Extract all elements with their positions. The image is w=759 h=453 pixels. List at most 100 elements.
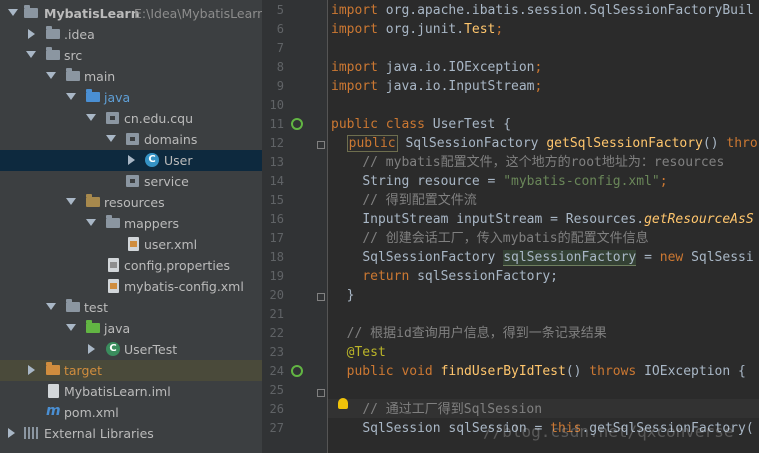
tree-item-main[interactable]: main [0, 66, 262, 87]
folder-icon [66, 68, 80, 81]
line-number: 22 [269, 326, 284, 340]
code-line-11[interactable]: public class UserTest { [331, 115, 511, 134]
fold-icon[interactable] [317, 389, 325, 397]
tree-item-config-properties[interactable]: config.properties [0, 255, 262, 276]
tree-item-project-root[interactable]: MybatisLearn E:\Idea\MybatisLearn [0, 3, 262, 24]
tree-item-user-class[interactable]: C User [0, 150, 262, 171]
line-number: 7 [276, 41, 284, 55]
punctuation: () [702, 136, 727, 151]
code-line-19[interactable]: return sqlSessionFactory; [331, 267, 558, 286]
fold-icon[interactable] [317, 293, 325, 301]
module-file-icon [48, 384, 59, 398]
tree-label: domains [144, 132, 198, 147]
comment: // 得到配置文件流 [362, 193, 477, 208]
expand-arrow-icon[interactable] [86, 114, 96, 121]
keyword: throws [589, 364, 645, 379]
ide-window: MybatisLearn E:\Idea\MybatisLearn .idea … [0, 0, 759, 453]
collapse-arrow-icon[interactable] [128, 155, 135, 165]
fold-icon[interactable] [317, 141, 325, 149]
expand-arrow-icon[interactable] [106, 135, 116, 142]
class-icon: C [145, 153, 159, 167]
editor-gutter[interactable]: 5 6 7 8 9 10 11 12 13 14 15 16 17 18 19 … [262, 0, 328, 453]
tree-item-service[interactable]: service [0, 171, 262, 192]
brace: } [346, 288, 355, 303]
collapse-arrow-icon[interactable] [28, 29, 35, 39]
line-number: 13 [269, 155, 284, 169]
identifier: InputStream inputStream = Resources. [362, 212, 645, 227]
tree-label: user.xml [144, 237, 198, 252]
collapse-arrow-icon[interactable] [8, 428, 15, 438]
tree-item-src[interactable]: src [0, 45, 262, 66]
tree-item-resources[interactable]: resources [0, 192, 262, 213]
expand-arrow-icon[interactable] [46, 72, 56, 79]
tree-item-test[interactable]: test [0, 297, 262, 318]
comment: // 根据id查询用户信息，得到一条记录结果 [346, 326, 607, 341]
tree-item-user-xml[interactable]: user.xml [0, 234, 262, 255]
tree-label: resources [104, 195, 165, 210]
collapse-arrow-icon[interactable] [88, 344, 95, 354]
tree-item-target[interactable]: target [0, 360, 262, 381]
comment: // mybatis配置文件，这个地方的root地址为：resources [362, 155, 725, 170]
expand-arrow-icon[interactable] [8, 9, 18, 16]
expand-arrow-icon[interactable] [46, 303, 56, 310]
line-number: 16 [269, 212, 284, 226]
identifier: org.apache.ibatis.session.SqlSessionFact… [385, 3, 754, 18]
code-line-14[interactable]: String resource = "mybatis-config.xml"; [331, 172, 667, 191]
code-line-8[interactable]: import java.io.IOException; [331, 58, 542, 77]
expand-arrow-icon[interactable] [26, 51, 36, 58]
code-line-18[interactable]: SqlSessionFactory sqlSessionFactory = ne… [331, 248, 754, 267]
punctuation: () [565, 364, 590, 379]
tree-item-mybatis-config[interactable]: mybatis-config.xml [0, 276, 262, 297]
tree-item-java-test[interactable]: java [0, 318, 262, 339]
punctuation: ; [534, 60, 543, 75]
watermark-text: //blog.csdn.net/qxconverse [483, 422, 734, 441]
code-line-17[interactable]: // 创建会话工厂，传入mybatis的配置文件信息 [331, 229, 648, 248]
folder-icon [46, 47, 60, 60]
code-line-6[interactable]: import org.junit.Test; [331, 20, 503, 39]
keyword: thro [726, 136, 758, 151]
code-line-5[interactable]: import org.apache.ibatis.session.SqlSess… [331, 1, 754, 20]
keyword: public [346, 135, 398, 152]
code-line-12[interactable]: public SqlSessionFactory getSqlSessionFa… [331, 134, 758, 153]
code-line-16[interactable]: InputStream inputStream = Resources.getR… [331, 210, 753, 229]
line-number: 14 [269, 174, 284, 188]
project-tree[interactable]: MybatisLearn E:\Idea\MybatisLearn .idea … [0, 0, 262, 453]
folder-icon [106, 215, 120, 228]
code-line-22[interactable]: // 根据id查询用户信息，得到一条记录结果 [331, 324, 607, 343]
method-name: getSqlSessionFactory [546, 136, 703, 151]
code-line-23[interactable]: @Test [331, 343, 386, 362]
collapse-arrow-icon[interactable] [28, 365, 35, 375]
tree-item-idea[interactable]: .idea [0, 24, 262, 45]
expand-arrow-icon[interactable] [66, 198, 76, 205]
keyword: import [331, 3, 386, 18]
code-line-26[interactable]: // 通过工厂得到SqlSession [331, 400, 542, 419]
expand-arrow-icon[interactable] [66, 324, 76, 331]
expand-arrow-icon[interactable] [66, 93, 76, 100]
tree-item-mappers[interactable]: mappers [0, 213, 262, 234]
tree-item-package[interactable]: cn.edu.cqu [0, 108, 262, 129]
run-test-icon[interactable] [291, 365, 303, 377]
tree-item-external-libraries[interactable]: External Libraries [0, 423, 262, 444]
identifier: java.io.InputStream [385, 79, 535, 94]
run-test-icon[interactable] [291, 118, 303, 130]
code-line-13[interactable]: // mybatis配置文件，这个地方的root地址为：resources [331, 153, 724, 172]
project-path: E:\Idea\MybatisLearn [134, 6, 262, 21]
tree-item-java-main[interactable]: java [0, 87, 262, 108]
annotation: @Test [346, 345, 386, 360]
code-line-20[interactable]: } [331, 286, 355, 305]
code-line-9[interactable]: import java.io.InputStream; [331, 77, 542, 96]
xml-file-icon [108, 279, 119, 293]
code-editor[interactable]: import org.apache.ibatis.session.SqlSess… [328, 0, 759, 453]
expand-arrow-icon[interactable] [86, 219, 96, 226]
highlighted-variable: sqlSessionFactory [503, 250, 637, 266]
library-icon [24, 427, 39, 439]
tree-item-iml[interactable]: MybatisLearn.iml [0, 381, 262, 402]
code-line-24[interactable]: public void findUserByIdTest() throws IO… [331, 362, 746, 381]
package-icon [126, 175, 139, 187]
line-number: 15 [269, 193, 284, 207]
code-line-15[interactable]: // 得到配置文件流 [331, 191, 477, 210]
tree-item-usertest[interactable]: C UserTest [0, 339, 262, 360]
tree-label: java [104, 90, 131, 105]
tree-item-pom[interactable]: m pom.xml [0, 402, 262, 423]
tree-item-domains[interactable]: domains [0, 129, 262, 150]
